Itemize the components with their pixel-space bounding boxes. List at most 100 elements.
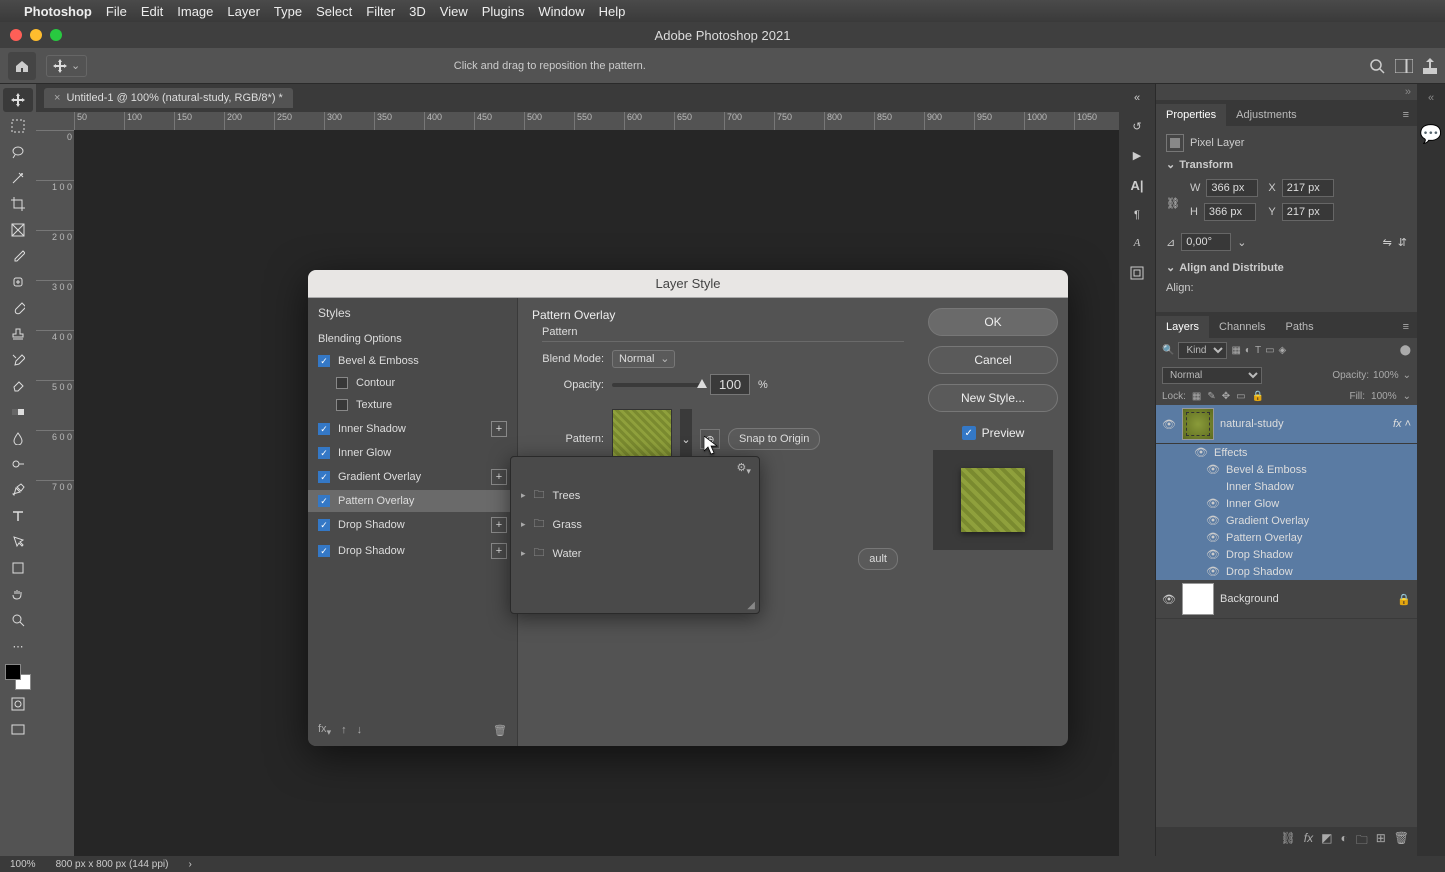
opacity-input[interactable] (710, 374, 750, 395)
menu-select[interactable]: Select (316, 4, 352, 19)
home-button[interactable] (8, 52, 36, 80)
opacity-value[interactable]: 100% (1373, 370, 1399, 381)
eraser-tool[interactable] (3, 374, 33, 398)
menu-file[interactable]: File (106, 4, 127, 19)
checkbox-icon[interactable] (336, 399, 348, 411)
wand-tool[interactable] (3, 166, 33, 190)
glyphs-panel-icon[interactable]: A (1134, 237, 1141, 249)
gradient-tool[interactable] (3, 400, 33, 424)
reset-default-button[interactable]: ault (858, 548, 898, 570)
link-wh-icon[interactable]: ⛓ (1166, 197, 1180, 210)
doc-info-menu-icon[interactable]: › (188, 859, 191, 870)
move-tool-options[interactable]: ⌄ (46, 55, 87, 77)
menu-filter[interactable]: Filter (366, 4, 395, 19)
lock-pixels-icon[interactable]: ✎ (1207, 391, 1215, 402)
effect-row[interactable]: 👁Bevel & Emboss (1156, 461, 1417, 478)
style-inner-shadow[interactable]: ✓Inner Shadow+ (308, 416, 517, 442)
style-contour[interactable]: Contour (308, 372, 517, 394)
move-tool[interactable] (3, 88, 33, 112)
new-preset-icon[interactable]: ⊕ (700, 429, 720, 449)
window-maximize-icon[interactable] (50, 29, 62, 41)
filter-smart-icon[interactable]: ◈ (1279, 345, 1287, 356)
layer-natural-study[interactable]: 👁 natural-study fx ˄ (1156, 405, 1417, 444)
visibility-icon[interactable]: 👁 (1162, 593, 1176, 606)
crop-tool[interactable] (3, 192, 33, 216)
effect-row[interactable]: 👁Pattern Overlay (1156, 529, 1417, 546)
fill-value[interactable]: 100% (1371, 391, 1397, 402)
style-bevel[interactable]: ✓Bevel & Emboss (308, 350, 517, 372)
history-panel-icon[interactable]: ↺ (1132, 120, 1141, 133)
angle-dropdown-icon[interactable]: ⌄ (1237, 236, 1246, 249)
filter-pixel-icon[interactable]: ▦ (1231, 345, 1240, 356)
pen-tool[interactable] (3, 478, 33, 502)
move-down-icon[interactable]: ↓ (357, 724, 363, 736)
menu-window[interactable]: Window (538, 4, 584, 19)
menu-view[interactable]: View (440, 4, 468, 19)
shape-tool[interactable] (3, 556, 33, 580)
snap-to-origin-button[interactable]: Snap to Origin (728, 428, 820, 450)
libraries-panel-icon[interactable] (1129, 265, 1145, 281)
style-gradient-overlay[interactable]: ✓Gradient Overlay+ (308, 464, 517, 490)
popup-gear-icon[interactable]: ⚙▾ (511, 457, 759, 481)
effect-row[interactable]: 👁Drop Shadow (1156, 546, 1417, 563)
stamp-tool[interactable] (3, 322, 33, 346)
screenmode-icon[interactable] (3, 718, 33, 742)
menu-edit[interactable]: Edit (141, 4, 163, 19)
menu-layer[interactable]: Layer (227, 4, 260, 19)
y-input[interactable] (1282, 203, 1334, 221)
pattern-folder-grass[interactable]: ▸🗀Grass (511, 510, 759, 539)
brush-tool[interactable] (3, 296, 33, 320)
tab-properties[interactable]: Properties (1156, 104, 1226, 126)
expand-icon[interactable]: « (1428, 92, 1434, 104)
pattern-folder-trees[interactable]: ▸🗀Trees (511, 481, 759, 510)
doc-info[interactable]: 800 px x 800 px (144 ppi) (56, 859, 169, 870)
blur-tool[interactable] (3, 426, 33, 450)
marquee-tool[interactable] (3, 114, 33, 138)
style-pattern-overlay[interactable]: ✓Pattern Overlay (308, 490, 517, 512)
x-input[interactable] (1282, 179, 1334, 197)
actions-panel-icon[interactable]: ▶ (1133, 149, 1141, 162)
move-up-icon[interactable]: ↑ (341, 724, 347, 736)
checkbox-icon[interactable]: ✓ (318, 423, 330, 435)
paragraph-panel-icon[interactable]: ¶ (1134, 209, 1140, 221)
checkbox-icon[interactable]: ✓ (318, 545, 330, 557)
trash-icon[interactable]: 🗑 (493, 724, 507, 737)
visibility-icon[interactable]: 👁 (1162, 418, 1176, 431)
fx-icon[interactable]: fx▾ (318, 723, 331, 738)
character-panel-icon[interactable]: A| (1130, 178, 1143, 193)
menu-3d[interactable]: 3D (409, 4, 426, 19)
delete-layer-icon[interactable]: 🗑 (1394, 831, 1409, 852)
fx-badge[interactable]: fx ˄ (1393, 418, 1411, 430)
checkbox-icon[interactable] (336, 377, 348, 389)
edit-toolbar[interactable]: ⋯ (3, 634, 33, 658)
resize-handle-icon[interactable]: ◢ (511, 598, 759, 613)
layer-mask-icon[interactable]: ◩ (1321, 831, 1332, 852)
lock-position-icon[interactable]: ✥ (1222, 391, 1230, 402)
new-style-button[interactable]: New Style... (928, 384, 1058, 412)
cancel-button[interactable]: Cancel (928, 346, 1058, 374)
search-icon[interactable] (1369, 58, 1385, 74)
effect-row[interactable]: 👁Inner Shadow (1156, 478, 1417, 495)
panel-menu-icon[interactable]: ≡ (1395, 316, 1417, 338)
visibility-icon[interactable]: 👁 (1206, 531, 1220, 544)
panel-menu-icon[interactable]: ≡ (1395, 104, 1417, 126)
link-layers-icon[interactable]: ⛓ (1281, 831, 1296, 852)
heal-tool[interactable] (3, 270, 33, 294)
style-inner-glow[interactable]: ✓Inner Glow (308, 442, 517, 464)
layer-thumbnail[interactable] (1182, 583, 1214, 615)
menu-plugins[interactable]: Plugins (482, 4, 525, 19)
blend-mode-select[interactable]: Normal (1162, 367, 1262, 384)
lock-transparency-icon[interactable]: ▦ (1192, 391, 1201, 402)
tab-channels[interactable]: Channels (1209, 316, 1275, 338)
checkbox-icon[interactable]: ✓ (318, 495, 330, 507)
checkbox-icon[interactable]: ✓ (318, 519, 330, 531)
visibility-icon[interactable]: 👁 (1206, 463, 1220, 476)
add-effect-icon[interactable]: + (491, 469, 507, 485)
filter-shape-icon[interactable]: ▭ (1265, 345, 1274, 356)
chevron-down-icon[interactable]: ⌄ (1166, 261, 1175, 274)
layer-fx-icon[interactable]: fx (1304, 831, 1313, 852)
filter-toggle-icon[interactable]: ⬤ (1400, 345, 1411, 356)
opacity-slider[interactable] (612, 383, 702, 387)
add-effect-icon[interactable]: + (491, 543, 507, 559)
tab-adjustments[interactable]: Adjustments (1226, 104, 1307, 126)
